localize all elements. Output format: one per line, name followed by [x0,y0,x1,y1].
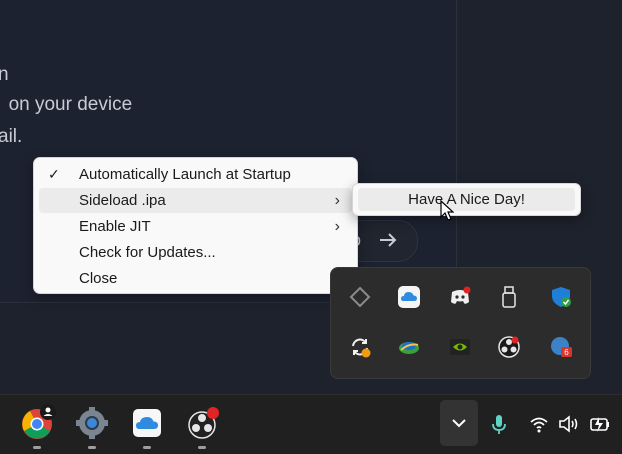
volume-icon[interactable] [558,414,580,434]
battery-charging-icon[interactable] [589,414,611,434]
mouse-cursor-icon [440,200,454,221]
menu-item-label: Close [79,270,118,287]
microphone-icon[interactable] [490,414,508,436]
chevron-down-icon [452,419,466,428]
running-indicator [33,446,41,449]
altserver-diamond-icon[interactable] [348,285,372,309]
windows-security-icon[interactable] [549,285,573,309]
menu-item-auto-launch[interactable]: ✓ Automatically Launch at Startup [39,162,352,187]
chevron-right-icon: › [334,192,340,209]
obs-icon [188,407,219,439]
nvidia-icon[interactable] [448,335,472,359]
menu-item-close[interactable]: Close [39,266,352,291]
menu-item-enable-jit[interactable]: Enable JIT › [39,214,352,239]
globe-app-icon[interactable] [397,335,421,359]
badge-count: 6 [564,348,569,357]
running-indicator [143,446,151,449]
taskbar-app-chrome[interactable] [17,403,57,449]
background-text-line1: n [0,64,9,85]
sideload-submenu: Have A Nice Day! [352,183,581,216]
taskbar-app-settings[interactable] [72,403,112,449]
menu-item-label: Sideload .ipa [79,192,166,209]
obs-icon[interactable] [497,335,521,359]
running-indicator [88,446,96,449]
checkmark-icon: ✓ [48,166,60,182]
menu-item-label: Automatically Launch at Startup [79,166,291,183]
submenu-item-device[interactable]: Have A Nice Day! [358,188,575,211]
icloud-icon[interactable] [397,285,421,309]
tray-overflow-flyout: 6 [330,267,591,379]
menu-item-label: Enable JIT [79,218,151,235]
sync-icon[interactable] [348,335,372,359]
app-badge-icon[interactable]: 6 [549,335,573,359]
chevron-right-icon: › [334,218,340,235]
menu-item-label: Check for Updates... [79,244,216,261]
tray-context-menu: ✓ Automatically Launch at Startup Sidelo… [33,157,358,294]
background-text-line2: on your device [8,94,133,115]
menu-item-check-updates[interactable]: Check for Updates... [39,240,352,265]
discord-icon[interactable] [448,285,472,309]
running-indicator [198,446,206,449]
settings-icon [76,407,108,439]
usb-drive-icon[interactable] [497,285,521,309]
wifi-icon[interactable] [529,414,549,434]
chrome-icon [22,404,56,439]
taskbar-app-obs[interactable] [182,403,222,449]
taskbar-app-icloud[interactable] [127,403,167,449]
arrow-right-icon [380,233,397,247]
menu-item-sideload-ipa[interactable]: Sideload .ipa › [39,188,352,213]
icloud-icon [133,409,161,437]
show-hidden-icons-button[interactable] [440,400,478,446]
background-text-line3: ail. [0,126,23,147]
taskbar [0,394,622,454]
